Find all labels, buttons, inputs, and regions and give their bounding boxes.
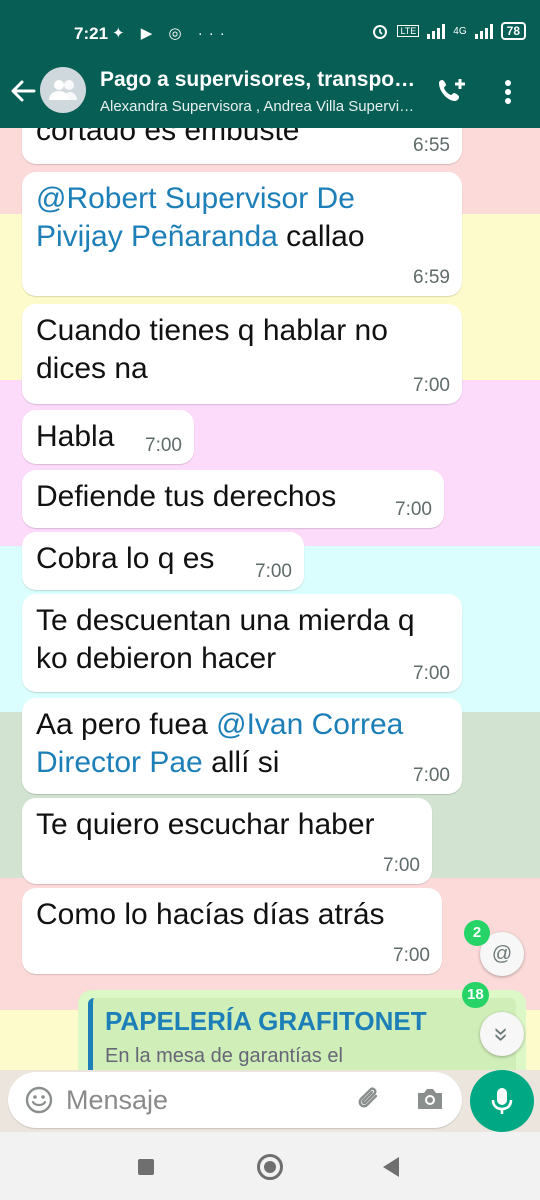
- message-text-part: allí si: [202, 746, 280, 779]
- message-text: Te quiero escuchar haber: [36, 806, 418, 844]
- message-text-part: callao: [277, 220, 365, 253]
- more-notifications-icon: ···: [197, 25, 231, 42]
- scroll-down-button[interactable]: »: [480, 1012, 524, 1056]
- message-time: 7:00: [413, 375, 450, 396]
- message-time: 7:00: [383, 855, 420, 876]
- chat-title[interactable]: Pago a supervisores, transportadores: [100, 68, 420, 92]
- microphone-icon: [491, 1088, 513, 1114]
- composer-bar: [0, 1070, 540, 1132]
- voice-message-button[interactable]: [470, 1070, 534, 1132]
- message-text-part: Cuando tienes q hablar no dices na: [36, 314, 388, 385]
- message-text-part: Te quiero escuchar haber: [36, 808, 375, 841]
- message-time: 6:59: [413, 267, 450, 288]
- message-bubble[interactable]: Aa pero fuea @Ivan Correa Director Pae a…: [22, 698, 462, 794]
- notification-icons: ✦ ▶ ◎ ···: [112, 24, 231, 42]
- quoted-text: En la mesa de garantías el: [105, 1045, 343, 1067]
- notification-icon-group: ✦ ▶ ◎: [112, 25, 188, 42]
- message-text: cortado es embuste: [36, 128, 448, 150]
- message-text: Cuando tienes q hablar no dices na: [36, 312, 448, 388]
- more-options-icon[interactable]: [496, 76, 520, 108]
- message-bubble[interactable]: Defiende tus derechos 7:00: [22, 470, 444, 528]
- chat-messages[interactable]: cortado es embuste 6:55 @Robert Supervis…: [0, 128, 540, 1070]
- message-text: Cobra lo q es: [36, 540, 290, 578]
- signal-icon-2: [474, 23, 493, 39]
- status-time: 7:21: [74, 24, 109, 43]
- message-bubble[interactable]: Habla 7:00: [22, 410, 194, 464]
- message-time: 7:00: [413, 663, 450, 684]
- camera-icon[interactable]: [414, 1084, 446, 1114]
- chat-participants[interactable]: Alexandra Supervisora , Andrea Villa Sup…: [100, 98, 418, 115]
- message-bubble[interactable]: Cuando tienes q hablar no dices na 7:00: [22, 304, 462, 404]
- message-text: Aa pero fuea @Ivan Correa Director Pae a…: [36, 706, 448, 782]
- message-text-part: Aa pero fuea: [36, 708, 217, 741]
- message-time: 7:00: [393, 945, 430, 966]
- message-time: 7:00: [145, 435, 182, 456]
- message-text-part: Te descuentan una mierda q ko debieron h…: [36, 604, 415, 675]
- alarm-icon: [373, 25, 388, 39]
- status-bar: 7:21 ✦ ▶ ◎ ··· LTE 4G 78: [0, 0, 540, 62]
- message-time: 7:00: [395, 499, 432, 520]
- message-bubble[interactable]: Cobra lo q es 7:00: [22, 532, 304, 590]
- message-bubble[interactable]: cortado es embuste 6:55: [22, 128, 462, 164]
- network-type: 4G: [453, 25, 467, 37]
- recent-apps-button[interactable]: [138, 1159, 154, 1175]
- message-bubble[interactable]: Como lo hacías días atrás 7:00: [22, 888, 442, 974]
- message-text-part: Cobra lo q es: [36, 542, 215, 575]
- message-time: 7:00: [255, 561, 292, 582]
- home-button[interactable]: [257, 1154, 283, 1180]
- quoted-message[interactable]: PAPELERÍA GRAFITONET En la mesa de garan…: [88, 998, 516, 1070]
- double-chevron-down-icon: »: [487, 1026, 518, 1042]
- lte-icon: LTE: [397, 25, 420, 37]
- message-text: Defiende tus derechos: [36, 478, 430, 516]
- message-time: 6:55: [413, 135, 450, 156]
- message-bubble[interactable]: Te quiero escuchar haber 7:00: [22, 798, 432, 884]
- system-tray: LTE 4G 78: [371, 22, 526, 40]
- message-bubble[interactable]: @Robert Supervisor De Pivijay Peñaranda …: [22, 172, 462, 296]
- unread-badge: 18: [462, 982, 489, 1008]
- message-bubble[interactable]: Te descuentan una mierda q ko debieron h…: [22, 594, 462, 692]
- battery-icon: 78: [500, 22, 526, 40]
- chat-header: Pago a supervisores, transportadores Ale…: [0, 62, 540, 128]
- outgoing-message-bubble[interactable]: PAPELERÍA GRAFITONET En la mesa de garan…: [78, 990, 526, 1070]
- back-button[interactable]: [383, 1157, 399, 1177]
- at-icon: @: [491, 942, 513, 965]
- group-avatar[interactable]: [40, 67, 86, 113]
- message-time: 7:00: [413, 765, 450, 786]
- signal-icon: [427, 23, 446, 39]
- emoji-icon[interactable]: [24, 1085, 54, 1115]
- navigation-bar: [0, 1132, 540, 1200]
- message-text-part: Habla: [36, 420, 115, 453]
- message-text: @Robert Supervisor De Pivijay Peñaranda …: [36, 180, 408, 256]
- message-text: Como lo hacías días atrás: [36, 896, 428, 934]
- add-call-icon[interactable]: [436, 76, 470, 106]
- message-text-part: Defiende tus derechos: [36, 480, 337, 513]
- message-text-part: cortado es embuste: [36, 128, 300, 147]
- group-icon: [49, 80, 77, 100]
- message-input[interactable]: [66, 1080, 336, 1120]
- mentions-badge: 2: [464, 920, 490, 946]
- message-text-part: Como lo hacías días atrás: [36, 898, 385, 931]
- quoted-author: PAPELERÍA GRAFITONET: [105, 1006, 427, 1036]
- attach-icon[interactable]: [354, 1084, 384, 1116]
- message-text: Te descuentan una mierda q ko debieron h…: [36, 602, 448, 678]
- composer-pill[interactable]: [8, 1072, 462, 1128]
- back-arrow-icon[interactable]: [8, 74, 38, 108]
